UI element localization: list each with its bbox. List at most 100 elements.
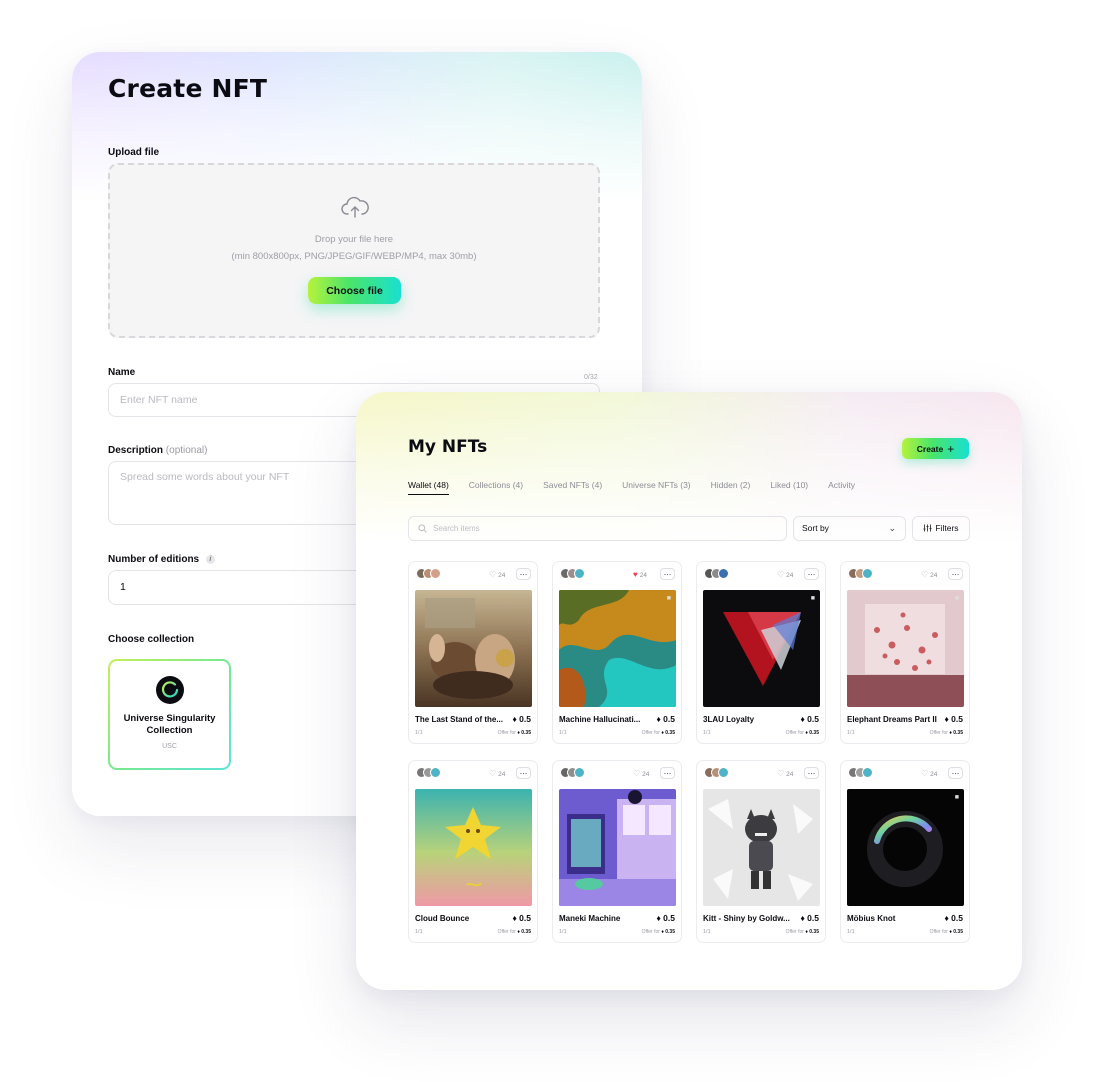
tab-universe-nfts[interactable]: Universe NFTs (3)	[622, 480, 690, 495]
eth-icon: ♦	[512, 714, 517, 724]
nft-artwork[interactable]	[415, 590, 532, 707]
like-button[interactable]: ♡ 24	[777, 769, 793, 778]
tab-liked[interactable]: Liked (10)	[770, 480, 808, 495]
more-options-button[interactable]: …	[804, 568, 819, 580]
create-button-label: Create	[916, 443, 944, 454]
nft-artwork[interactable]	[703, 789, 820, 906]
eth-icon: ♦	[512, 913, 517, 923]
create-button[interactable]: Create +	[902, 438, 969, 459]
tab-activity[interactable]: Activity	[828, 480, 855, 495]
collection-ring-icon	[161, 681, 179, 698]
like-count: 24	[498, 771, 506, 778]
nft-card[interactable]: ♥ 24 … ■ Machine Hallucinati... ♦ 0.5 1/1…	[552, 561, 682, 744]
eth-icon: ♦	[656, 714, 661, 724]
heart-icon: ♡	[777, 570, 785, 579]
avatar[interactable]	[718, 767, 729, 778]
like-count: 24	[642, 771, 650, 778]
filters-button[interactable]: Filters	[912, 516, 970, 541]
avatar[interactable]	[430, 568, 441, 579]
sort-dropdown[interactable]: Sort by ⌄	[793, 516, 906, 541]
editions-label: Number of editions i	[108, 554, 215, 565]
collection-symbol: USC	[162, 743, 177, 750]
avatar[interactable]	[718, 568, 729, 579]
nft-artwork[interactable]: ■	[559, 590, 676, 707]
like-button[interactable]: ♡ 24	[921, 769, 937, 778]
optional-tag: (optional)	[165, 445, 208, 456]
like-count: 24	[786, 771, 794, 778]
offer-label: Offer for	[785, 730, 804, 736]
search-icon	[418, 524, 427, 533]
heart-icon: ♡	[489, 769, 497, 778]
avatar[interactable]	[430, 767, 441, 778]
avatar[interactable]	[574, 767, 585, 778]
price-value: 0.5	[951, 714, 963, 724]
more-options-button[interactable]: …	[804, 767, 819, 779]
like-button[interactable]: ♡ 24	[633, 769, 649, 778]
nft-artwork[interactable]: ■	[703, 590, 820, 707]
editions-label-text: Number of editions	[108, 554, 200, 565]
info-icon[interactable]: i	[205, 554, 215, 564]
nft-card[interactable]: ♡ 24 … ■ 3LAU Loyalty ♦ 0.5 1/1 Offer for…	[696, 561, 826, 744]
upload-label: Upload file	[108, 147, 160, 158]
nft-artwork[interactable]: ■	[847, 590, 964, 707]
search-input[interactable]: Search items	[408, 516, 787, 541]
like-count: 24	[639, 572, 647, 579]
nft-name: 3LAU Loyalty	[703, 715, 755, 724]
avatar[interactable]	[574, 568, 585, 579]
like-button[interactable]: ♡ 24	[777, 570, 793, 579]
offer-label: Offer for	[641, 730, 660, 736]
nft-name: Cloud Bounce	[415, 914, 470, 923]
nft-card[interactable]: ♡ 24 … Kitt - Shiny by Goldw... ♦ 0.5 1/1…	[696, 760, 826, 943]
nft-card[interactable]: ♡ 24 … ■ Möbius Knot ♦ 0.5 1/1 Offer for …	[840, 760, 970, 943]
avatar[interactable]	[862, 767, 873, 778]
my-nfts-panel: My NFTs Create + Wallet (48) Collections …	[356, 392, 1022, 990]
like-count: 24	[930, 771, 938, 778]
nft-card[interactable]: ♡ 24 … Maneki Machine ♦ 0.5 1/1 Offer for…	[552, 760, 682, 943]
more-options-button[interactable]: …	[660, 568, 675, 580]
nft-card[interactable]: ♡ 24 … Cloud Bounce ♦ 0.5 1/1 Offer for ♦…	[408, 760, 538, 943]
like-button[interactable]: ♡ 24	[489, 769, 505, 778]
edition-count: 1/1	[847, 730, 855, 736]
tab-wallet[interactable]: Wallet (48)	[408, 480, 449, 495]
nft-artwork[interactable]	[415, 789, 532, 906]
nft-name: Maneki Machine	[559, 914, 621, 923]
like-button[interactable]: ♡ 24	[921, 570, 937, 579]
tab-saved-nfts[interactable]: Saved NFTs (4)	[543, 480, 602, 495]
tab-hidden[interactable]: Hidden (2)	[711, 480, 751, 495]
more-options-button[interactable]: …	[516, 767, 531, 779]
like-button[interactable]: ♡ 24	[489, 570, 505, 579]
heart-icon: ♡	[633, 769, 641, 778]
edition-count: 1/1	[847, 929, 855, 935]
offer-label: Offer for	[785, 929, 804, 935]
more-options-button[interactable]: …	[516, 568, 531, 580]
nft-name: Elephant Dreams Part II	[847, 715, 937, 724]
tab-collections[interactable]: Collections (4)	[469, 480, 523, 495]
collection-card-selected[interactable]: Universe Singularity Collection USC	[108, 659, 231, 770]
video-icon: ■	[954, 794, 959, 801]
sort-label: Sort by	[802, 523, 829, 533]
chevron-down-icon: ⌄	[888, 523, 896, 533]
collection-label: Choose collection	[108, 634, 195, 645]
offer-label: Offer for	[497, 929, 516, 935]
nft-price: ♦ 0.5	[512, 913, 531, 923]
nft-card[interactable]: ♡ 24 … ■ Elephant Dreams Part II ♦ 0.5 1/…	[840, 561, 970, 744]
heart-icon: ♡	[921, 570, 929, 579]
price-value: 0.5	[663, 714, 675, 724]
edition-count: 1/1	[415, 730, 423, 736]
choose-file-button[interactable]: Choose file	[308, 277, 401, 304]
offer-value: 0.35	[665, 730, 675, 736]
nft-artwork[interactable]	[559, 789, 676, 906]
more-options-button[interactable]: …	[948, 568, 963, 580]
more-options-button[interactable]: …	[660, 767, 675, 779]
heart-icon: ♡	[777, 769, 785, 778]
nft-artwork[interactable]: ■	[847, 789, 964, 906]
offer-info: Offer for ♦ 0.35	[929, 929, 963, 935]
nft-card[interactable]: ♡ 24 … The Last Stand of the... ♦ 0.5 1/1…	[408, 561, 538, 744]
avatar[interactable]	[862, 568, 873, 579]
tab-bar: Wallet (48) Collections (4) Saved NFTs (…	[408, 480, 855, 495]
more-options-button[interactable]: …	[948, 767, 963, 779]
like-button[interactable]: ♥ 24	[633, 570, 647, 579]
plus-icon: +	[947, 441, 955, 456]
file-dropzone[interactable]: Drop your file here (min 800x800px, PNG/…	[108, 163, 600, 338]
offer-info: Offer for ♦ 0.35	[497, 730, 531, 736]
